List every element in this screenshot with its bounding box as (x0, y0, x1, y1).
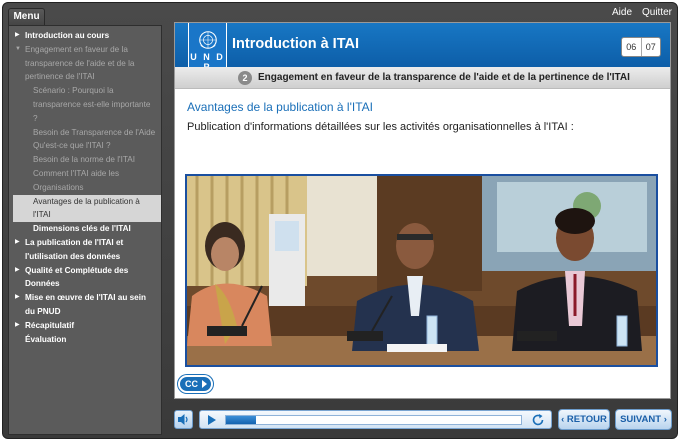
chevron-right-icon: › (661, 414, 667, 425)
toc-item-label: Besoin de Transparence de l'Aide (33, 127, 156, 137)
help-link[interactable]: Aide (612, 7, 632, 18)
next-button[interactable]: SUIVANT › (615, 409, 672, 430)
content-panel: U N D P Empowered lives. Resilient natio… (174, 22, 671, 399)
toc-item[interactable]: ▶ Qualité et Complétude des Données (9, 264, 161, 292)
quit-link[interactable]: Quitter (642, 7, 672, 18)
toc-item[interactable]: ▼ Engagement en faveur de la transparence… (9, 43, 161, 84)
page-intro-text: Publication d'informations détaillées su… (187, 121, 574, 133)
toc-item[interactable]: ▶ Mise en œuvre de l'ITAI au sein du PNUD (9, 291, 161, 319)
toc-item-label: Qualité et Complétude des Données (25, 265, 129, 289)
triangle-down-icon: ▼ (15, 45, 21, 52)
toc-item-label: Récapitulatif (25, 320, 75, 330)
speaker-icon (178, 414, 188, 425)
toc-item[interactable]: ▶ La publication de l'ITAI et l'utilisati… (9, 236, 161, 264)
toc-item[interactable]: Dimensions clés de l'ITAI (9, 222, 161, 236)
menu-tab[interactable]: Menu (8, 8, 45, 25)
triangle-right-icon: ▶ (15, 321, 20, 328)
toc-item-label: Évaluation (25, 334, 67, 344)
triangle-right-icon: ▶ (15, 238, 20, 245)
replay-icon[interactable] (531, 413, 545, 427)
meeting-photo-illustration (187, 176, 656, 365)
toc-item-label: Dimensions clés de l'ITAI (33, 224, 131, 234)
toc-item-label: Mise en œuvre de l'ITAI au sein du PNUD (25, 293, 146, 316)
toc-item[interactable]: Scénario : Pourquoi la transparence est-… (9, 84, 161, 125)
section-number-badge: 2 (238, 71, 252, 85)
section-bar: 2 Engagement en faveur de la transparenc… (175, 67, 670, 89)
un-emblem-icon (198, 31, 217, 49)
toc-item-label: Comment l'ITAI aide les Organisations (33, 168, 120, 192)
next-label: SUIVANT (620, 414, 662, 425)
toc-item[interactable]: Besoin de la norme de l'ITAI (9, 153, 161, 167)
triangle-right-icon: ▶ (15, 32, 20, 38)
toc-item[interactable]: Avantages de la publication à l'ITAI (13, 194, 161, 223)
course-title: Introduction à ITAI (232, 36, 359, 52)
toc-item[interactable]: Qu'est-ce que l'ITAI ? (9, 139, 161, 153)
progress-fill (226, 416, 256, 424)
toc-item[interactable]: ▶ Récapitulatif (9, 319, 161, 333)
page-heading: Avantages de la publication à l'ITAI (187, 100, 373, 114)
closed-captions-button[interactable]: CC (178, 375, 213, 393)
toc-item-label: Qu'est-ce que l'ITAI ? (33, 141, 111, 151)
volume-button[interactable] (174, 410, 193, 429)
page-counter: 06 07 (621, 37, 661, 57)
cc-label: CC (185, 379, 198, 389)
toc-item[interactable]: Besoin de Transparence de l'Aide (9, 126, 161, 140)
toc-item[interactable]: Évaluation (9, 333, 161, 347)
back-label: RETOUR (566, 414, 607, 425)
media-player-bar (199, 410, 552, 429)
course-header: U N D P Empowered lives. Resilient natio… (175, 23, 670, 89)
toc-item-label: Introduction au cours (25, 31, 110, 40)
toc-item-label: La publication de l'ITAI et l'utilisatio… (25, 237, 124, 261)
play-icon[interactable] (208, 415, 216, 425)
cc-arrow-icon (202, 380, 207, 388)
toc-item-label: Avantages de la publication à l'ITAI (33, 196, 140, 220)
triangle-right-icon: ▶ (15, 294, 20, 301)
toc-item[interactable]: ▶ Introduction au cours (9, 29, 161, 43)
back-button[interactable]: ‹ RETOUR (558, 409, 610, 430)
toc-item-label: Engagement en faveur de la transparence … (25, 44, 135, 82)
progress-bar[interactable] (225, 415, 522, 425)
section-title: Engagement en faveur de la transparence … (258, 72, 630, 83)
table-of-contents: ▶ Introduction au cours ▼ Engagement en fav… (9, 26, 161, 346)
toc-item-label: Besoin de la norme de l'ITAI (33, 155, 135, 165)
course-menu-sidebar: ▶ Introduction au cours ▼ Engagement en fav… (8, 25, 162, 435)
page-current: 06 (626, 42, 637, 52)
toc-item[interactable]: Comment l'ITAI aide les Organisations (9, 167, 161, 195)
triangle-right-icon: ▶ (15, 266, 20, 273)
page-total: 07 (640, 38, 661, 56)
meeting-photo (185, 174, 658, 367)
toc-item-label: Scénario : Pourquoi la transparence est-… (33, 86, 151, 123)
